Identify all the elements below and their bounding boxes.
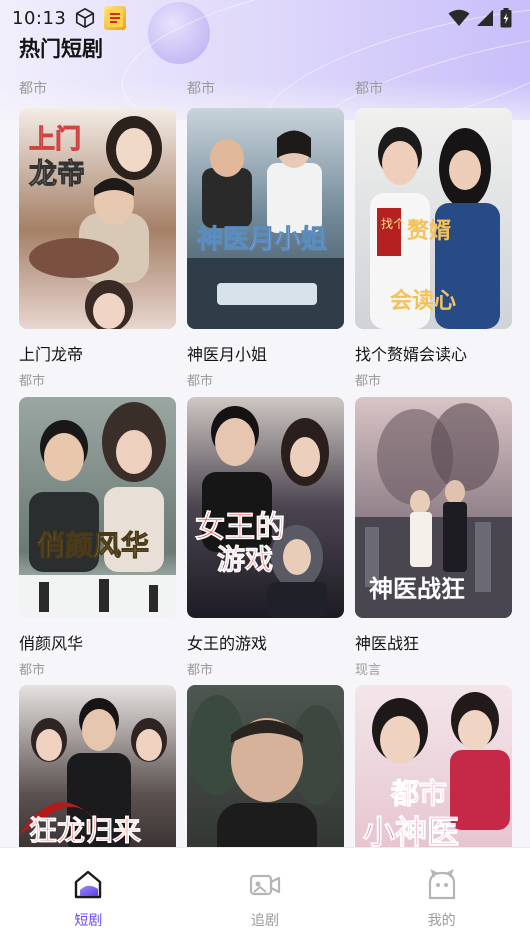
poster-title-text: 都市 <box>390 777 447 810</box>
drama-title[interactable]: 俏颜风华 <box>19 630 176 654</box>
poster-title-text: 找个 <box>381 217 405 231</box>
drama-genre: 都市 <box>19 374 46 389</box>
page-title: 热门短剧 <box>19 37 103 61</box>
poster-title-text: 俏颜风华 <box>37 529 149 562</box>
poster-title-text: 神医战狂 <box>369 575 465 603</box>
drama-card[interactable]: 上门 龙帝 上门龙帝 都市 <box>19 108 176 389</box>
drama-poster[interactable]: 女王的 游戏 <box>187 397 344 618</box>
tab-profile[interactable]: 我的 <box>353 848 530 942</box>
drama-genre: 都市 <box>19 663 46 678</box>
bottom-navigation: 短剧 追剧 我的 <box>0 847 530 942</box>
home-icon <box>75 870 102 899</box>
drama-poster[interactable] <box>187 685 344 847</box>
tab-label: 短剧 <box>74 913 103 929</box>
tab-follow-drama[interactable]: 追剧 <box>177 848 354 942</box>
app-notification-icon <box>104 6 127 30</box>
drama-title[interactable]: 上门龙帝 <box>19 341 176 365</box>
status-time: 10:13 <box>12 7 67 29</box>
tab-label: 追剧 <box>251 913 279 929</box>
drama-poster[interactable]: 神医月小姐 <box>187 108 344 329</box>
status-bar: 10:13 <box>0 0 530 36</box>
drama-title[interactable]: 找个赘婿会读心 <box>355 341 512 365</box>
drama-title[interactable]: 女王的游戏 <box>187 630 344 654</box>
drama-grid[interactable]: 都市 都市 都市 上门 龙帝 上门龙帝 都市 神医月小姐 神医月小姐 都市 找个… <box>0 78 530 847</box>
poster-title-text: 赘婿 <box>406 218 451 244</box>
drama-poster[interactable]: 俏颜风华 <box>19 397 176 618</box>
tab-short-drama[interactable]: 短剧 <box>0 848 177 942</box>
card-genre: 都市 <box>19 81 47 97</box>
drama-card[interactable] <box>187 685 344 847</box>
drama-genre: 都市 <box>187 663 214 678</box>
drama-card[interactable]: 女王的 游戏 女王的游戏 都市 <box>187 397 344 678</box>
drama-card[interactable]: 神医战狂 神医战狂 现言 <box>355 397 512 678</box>
signal-icon <box>477 10 493 26</box>
poster-title-text: 神医月小姐 <box>197 225 327 255</box>
poster-title-text: 龙帝 <box>29 157 85 190</box>
cube-icon <box>76 8 95 28</box>
drama-title[interactable]: 神医月小姐 <box>187 341 344 365</box>
drama-poster[interactable]: 神医战狂 <box>355 397 512 618</box>
drama-genre: 都市 <box>355 374 382 389</box>
drama-card[interactable]: 找个 赘婿 会读心 找个赘婿会读心 都市 <box>355 108 512 389</box>
drama-card[interactable]: 俏颜风华 俏颜风华 都市 <box>19 397 176 678</box>
drama-poster[interactable]: 狂龙归来 <box>19 685 176 847</box>
drama-card[interactable]: 都市 小神医 <box>355 685 512 847</box>
poster-title-text: 上门 <box>29 125 81 155</box>
drama-poster[interactable]: 上门 龙帝 <box>19 108 176 329</box>
profile-icon <box>428 869 455 900</box>
card-genre: 都市 <box>187 81 215 97</box>
drama-card[interactable]: 狂龙归来 <box>19 685 176 847</box>
video-icon <box>249 874 281 896</box>
card-genre: 都市 <box>355 81 383 97</box>
wifi-icon <box>448 9 470 26</box>
poster-title-text: 会读心 <box>390 288 456 314</box>
drama-genre: 都市 <box>187 374 214 389</box>
previous-row-genres: 都市 都市 都市 <box>0 78 530 98</box>
drama-poster[interactable]: 都市 小神医 <box>355 685 512 847</box>
drama-card[interactable]: 神医月小姐 神医月小姐 都市 <box>187 108 344 389</box>
poster-title-text: 狂龙归来 <box>29 814 141 847</box>
drama-poster[interactable]: 找个 赘婿 会读心 <box>355 108 512 329</box>
tab-label: 我的 <box>427 913 456 929</box>
poster-title-text: 女王的 <box>195 510 285 545</box>
battery-charging-icon <box>500 8 512 28</box>
drama-title[interactable]: 神医战狂 <box>355 630 512 654</box>
poster-title-text: 小神医 <box>363 813 459 847</box>
drama-genre: 现言 <box>355 663 382 678</box>
poster-title-text: 游戏 <box>217 543 273 576</box>
